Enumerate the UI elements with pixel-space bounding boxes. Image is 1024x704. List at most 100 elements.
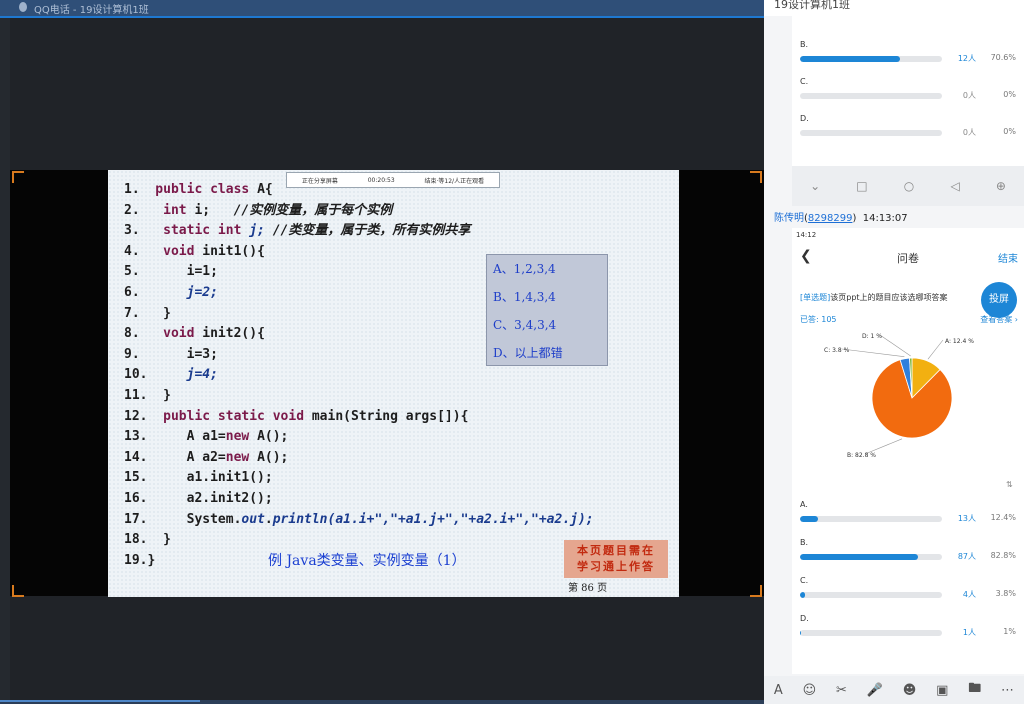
result-label: B.: [800, 40, 809, 49]
sender-id[interactable]: 8298299: [808, 213, 853, 224]
code-token: main(String args[]){: [311, 408, 469, 424]
cast-button[interactable]: 投屏: [981, 282, 1017, 318]
code-line: 19.}: [124, 551, 155, 571]
result-label: C.: [800, 77, 809, 86]
more-icon[interactable]: ⋯: [1001, 683, 1014, 698]
result-count[interactable]: 0人: [948, 90, 976, 101]
share-status-bar[interactable]: 正在分享屏幕 00:20:53 结束·等12/人正在观看: [286, 172, 500, 188]
code-line: 12. public static void main(String args[…: [124, 407, 468, 427]
result-track: [800, 554, 942, 560]
line-number: 17.: [124, 511, 148, 527]
result-count[interactable]: 1人: [948, 627, 976, 638]
text-format-icon[interactable]: A: [774, 683, 783, 698]
result-track: [800, 130, 942, 136]
code-token: new: [225, 429, 258, 445]
code-line: 7. }: [124, 304, 171, 324]
result-label: A.: [800, 500, 808, 509]
result-fill: [800, 516, 818, 522]
pie-leader-line: [927, 339, 944, 360]
code-token: println: [272, 511, 328, 527]
result-track: [800, 56, 942, 62]
line-number: 16.: [124, 491, 148, 506]
line-number: 11.: [124, 388, 148, 403]
zoom-icon[interactable]: ⊕: [996, 179, 1006, 193]
pie-leader-line: [879, 334, 911, 357]
note-line-1: 本页题目需在: [577, 544, 655, 557]
square-icon[interactable]: □: [856, 179, 867, 193]
code-token: i=1;: [147, 264, 218, 280]
code-token: A a2=: [147, 449, 226, 465]
frame-corner: [750, 171, 762, 183]
pie-label: B: 82.8 %: [847, 452, 876, 459]
image-icon[interactable]: ▣: [936, 683, 948, 698]
page-number: 第 86 页: [568, 583, 608, 594]
scissors-icon[interactable]: ✂: [836, 683, 847, 698]
line-number: 2.: [124, 202, 148, 218]
code-line: 17. System.out.println(a1.i+","+a1.j+","…: [124, 510, 594, 530]
code-token: //类变量，属于类，所有实例共享: [264, 223, 471, 239]
phone-status-bar: 14:12: [792, 228, 1024, 242]
result-percent: 1%: [1003, 627, 1016, 636]
code-line: 6. j=2;: [124, 283, 218, 303]
result-count[interactable]: 12人: [948, 53, 976, 64]
code-line: 3. static int j; //类变量，属于类，所有实例共享: [124, 221, 470, 241]
code-line: 15. a1.init1();: [124, 468, 273, 488]
answer-note: 本页题目需在 学习通上作答: [564, 540, 668, 578]
result-fill: [800, 554, 918, 560]
result-track: [800, 93, 942, 99]
emoji-icon[interactable]: ☺: [803, 683, 817, 698]
line-number: 4.: [124, 243, 148, 259]
line-number: 19.: [124, 552, 148, 568]
result-fill: [800, 592, 806, 598]
option-b: B、1,4,3,4: [493, 290, 556, 304]
circle-icon[interactable]: ○: [904, 179, 914, 193]
microphone-icon[interactable]: 🎤: [867, 683, 883, 698]
code-token: //实例变量，属于每个实例: [210, 202, 393, 218]
share-label: 正在分享屏幕: [301, 177, 338, 185]
code-line: 14. A a2=new A();: [124, 448, 288, 468]
result-count[interactable]: 87人: [948, 551, 976, 562]
line-number: 3.: [124, 223, 148, 239]
result-count[interactable]: 0人: [948, 127, 976, 138]
result-track: [800, 630, 942, 636]
chat-panel: 19设计算机1班 B. 12人 70.6% C. 0人 0% D. 0人 0% ⌄ □ ○ ◁ …: [764, 0, 1024, 704]
result-row: D. 1人 1%: [800, 614, 1016, 652]
chat-toolbar: A ☺ ✂ 🎤 ☻ ▣ 🖿 ⋯: [764, 676, 1024, 704]
left-edge: [0, 18, 10, 704]
result-count[interactable]: 4人: [948, 589, 976, 600]
code-token: i=3;: [147, 346, 218, 362]
result-row: D. 0人 0%: [800, 114, 1016, 152]
line-number: 7.: [124, 305, 148, 321]
window-title-bar: QQ电话 - 19设计算机1班: [0, 0, 764, 16]
note-line-2: 学习通上作答: [577, 560, 655, 573]
share-watchers[interactable]: 结束·等12/人正在观看: [425, 176, 485, 185]
triangle-back-icon[interactable]: ◁: [950, 179, 959, 193]
end-button[interactable]: 结束: [998, 250, 1018, 265]
phone-nav-bar: ⌄ □ ○ ◁ ⊕: [792, 166, 1024, 206]
window-title: QQ电话 - 19设计算机1班: [34, 4, 149, 16]
result-count[interactable]: 13人: [948, 513, 976, 524]
folder-icon[interactable]: 🖿: [968, 679, 981, 701]
chevron-down-icon[interactable]: ⌄: [810, 179, 820, 193]
line-number: 13.: [124, 429, 148, 445]
code-line: 18. }: [124, 530, 171, 550]
code-token: static int: [147, 223, 250, 239]
question-body: 该页ppt上的题目应该选哪项答案: [830, 293, 948, 302]
code-token: j=4;: [186, 367, 218, 383]
ppt-slide: 正在分享屏幕 00:20:53 结束·等12/人正在观看 1. public c…: [108, 170, 679, 597]
code-line: 2. int i; //实例变量，属于每个实例: [124, 201, 392, 221]
result-row: B. 87人 82.8%: [800, 538, 1016, 576]
code-line: 8. void init2(){: [124, 324, 265, 344]
code-line: 1. public class A{: [124, 180, 273, 200]
code-token: public static void: [147, 408, 312, 424]
result-label: B.: [800, 538, 809, 547]
chat-header: 19设计算机1班: [764, 0, 1024, 16]
question-type: [单选题]: [800, 293, 831, 302]
code-token: A();: [257, 429, 289, 445]
code-token: int: [147, 202, 195, 218]
sort-icon[interactable]: ⇅: [1006, 480, 1013, 489]
sticker-icon[interactable]: ☻: [903, 683, 917, 698]
line-number: 8.: [124, 326, 148, 342]
sender-name[interactable]: 陈传明: [774, 213, 804, 224]
